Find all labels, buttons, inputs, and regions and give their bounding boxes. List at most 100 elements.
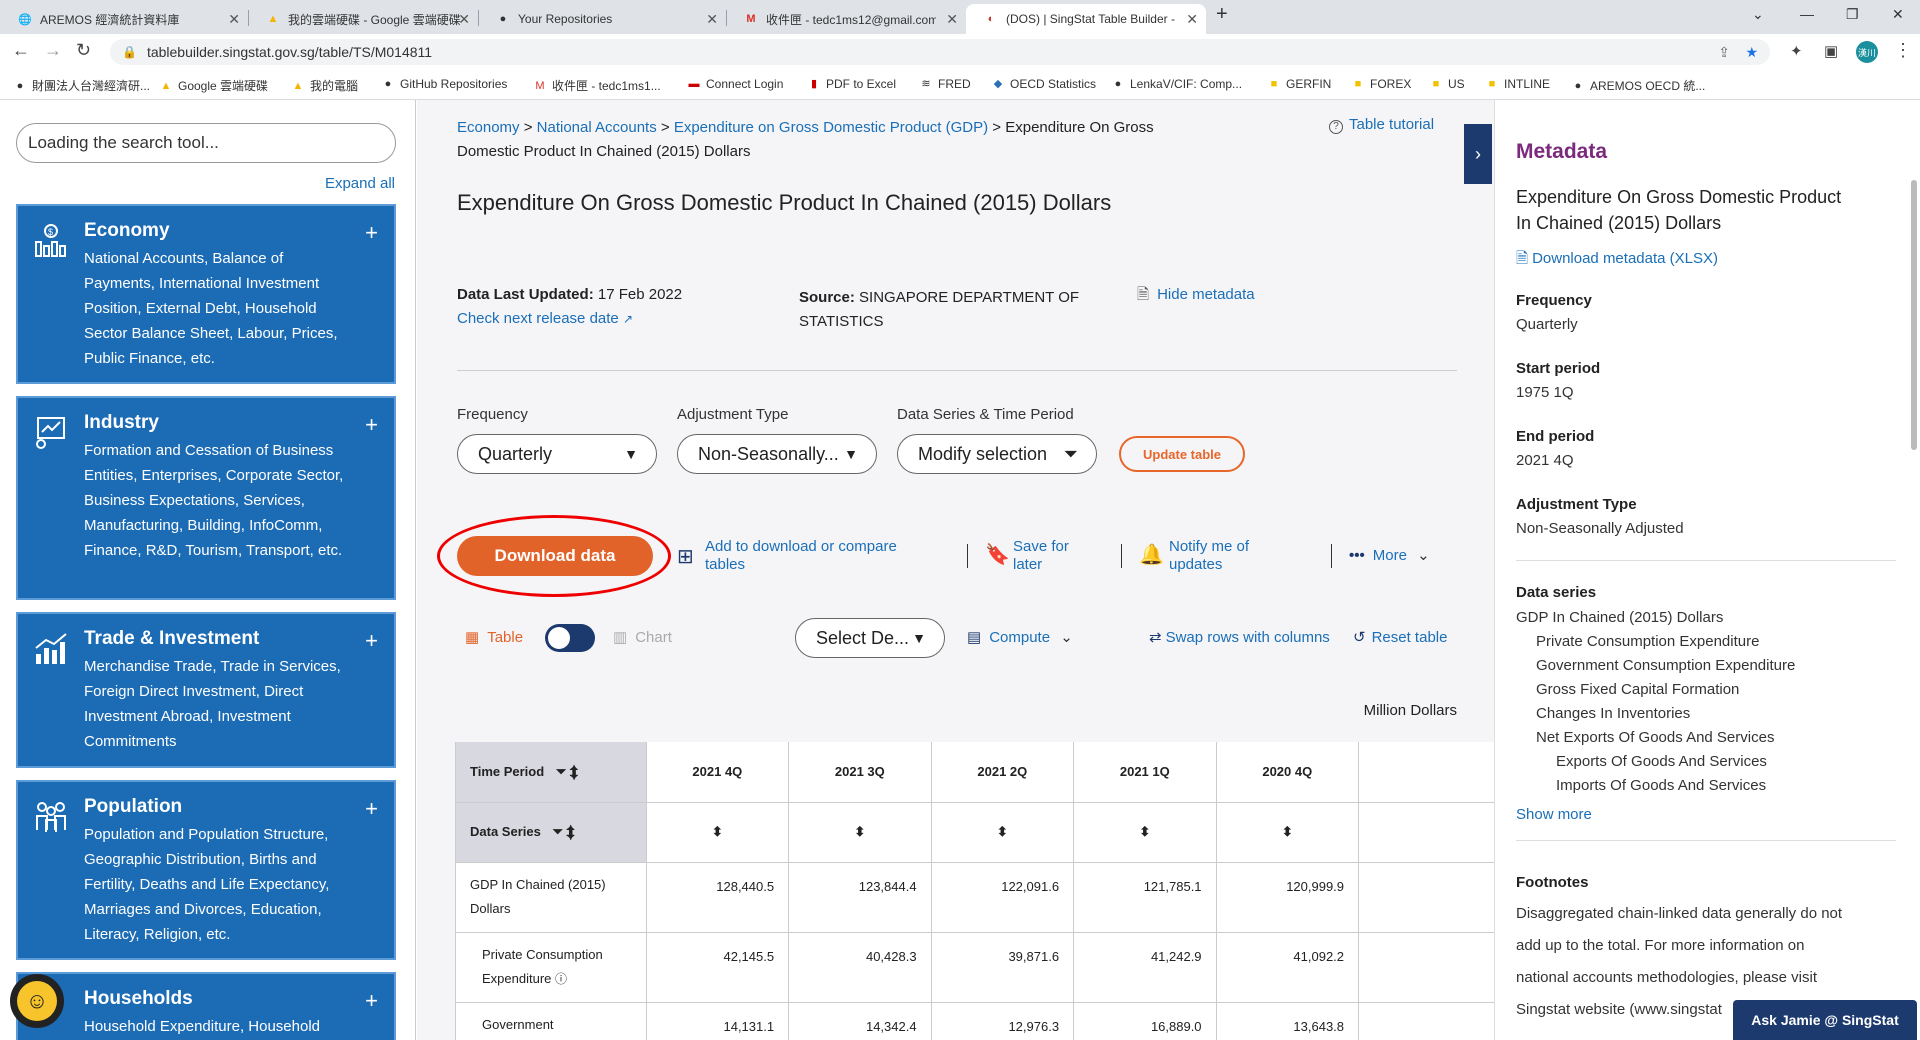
- save-later-link[interactable]: Save for later: [1013, 538, 1069, 574]
- close-icon[interactable]: ✕: [706, 11, 718, 28]
- close-icon[interactable]: ✕: [946, 11, 958, 28]
- avatar[interactable]: 漢川: [1856, 41, 1878, 63]
- breadcrumb-link[interactable]: Expenditure on Gross Domestic Product (G…: [674, 119, 988, 136]
- row-label[interactable]: Private Consumption Expenditure ⓘ: [455, 932, 647, 1003]
- breadcrumb-link[interactable]: Economy: [457, 119, 520, 136]
- category-population[interactable]: Population Population and Population Str…: [16, 780, 396, 960]
- close-icon[interactable]: ✕: [228, 11, 240, 28]
- swap-rows-button[interactable]: ⇄ Swap rows with columns: [1149, 628, 1330, 646]
- collapse-metadata-button[interactable]: ›: [1464, 124, 1492, 184]
- bookmark[interactable]: ● LenkaV/CIF: Comp...: [1112, 77, 1242, 91]
- bookmark[interactable]: ● GitHub Repositories: [382, 77, 508, 91]
- reset-table-button[interactable]: ↺ Reset table: [1353, 628, 1447, 646]
- bookmark[interactable]: ■ INTLINE: [1486, 77, 1550, 91]
- browser-tab[interactable]: 🌐 AREMOS 經濟統計資料庫 ✕: [0, 4, 248, 34]
- compute-menu[interactable]: ▤ Compute ⌄: [967, 628, 1073, 646]
- sort-icon[interactable]: ⬍: [645, 802, 789, 863]
- category-industry[interactable]: Industry Formation and Cessation of Busi…: [16, 396, 396, 600]
- row-label[interactable]: GDP In Chained (2015) Dollars: [455, 862, 647, 933]
- sort-icon[interactable]: ⬍: [788, 802, 932, 863]
- expand-icon[interactable]: +: [365, 628, 378, 654]
- address-bar[interactable]: 🔒 tablebuilder.singstat.gov.sg/table/TS/…: [110, 39, 1770, 65]
- frequency-select[interactable]: Quarterly ▼: [457, 434, 657, 474]
- category-trade-investment[interactable]: Trade & Investment Merchandise Trade, Tr…: [16, 612, 396, 768]
- adjustment-select[interactable]: Non-Seasonally... ▼: [677, 434, 877, 474]
- info-icon[interactable]: ⓘ: [555, 972, 567, 986]
- sort-icon[interactable]: ⬍: [570, 764, 578, 779]
- bookmark[interactable]: ▲ Google 雲端硬碟: [160, 77, 268, 94]
- sidepanel-icon[interactable]: ▣: [1824, 42, 1838, 60]
- table-view-toggle[interactable]: ▦ Table: [465, 628, 523, 646]
- close-icon[interactable]: ✕: [1186, 11, 1198, 28]
- bookmark[interactable]: ◆ OECD Statistics: [992, 77, 1096, 91]
- expand-icon[interactable]: +: [365, 412, 378, 438]
- browser-tab[interactable]: ● Your Repositories ✕: [478, 4, 726, 34]
- bookmark[interactable]: ▲ 我的電腦: [292, 77, 358, 94]
- extensions-icon[interactable]: ✦: [1790, 42, 1803, 60]
- column-header[interactable]: 2021 2Q: [930, 742, 1074, 803]
- filter-icon[interactable]: ⏷: [556, 764, 566, 779]
- bookmark[interactable]: M 收件匣 - tedc1ms1...: [534, 77, 660, 94]
- time-period-header[interactable]: Time Period ⏷ ⬍: [455, 742, 647, 803]
- category-households[interactable]: Households Household Expenditure, Househ…: [16, 972, 396, 1040]
- download-metadata-link[interactable]: 🗎 Download metadata (XLSX): [1516, 248, 1718, 273]
- more-menu[interactable]: ••• More ⌄: [1349, 546, 1430, 564]
- search-input[interactable]: Loading the search tool...: [16, 123, 396, 163]
- close-icon[interactable]: ✕: [458, 11, 470, 28]
- bookmark[interactable]: ● AREMOS OECD 統...: [1572, 77, 1706, 94]
- back-icon[interactable]: ←: [12, 40, 30, 61]
- column-header[interactable]: 2021 4Q: [645, 742, 789, 803]
- bookmark[interactable]: ▬ Connect Login: [688, 77, 784, 91]
- ask-jamie-button[interactable]: Ask Jamie @ SingStat: [1733, 1000, 1917, 1040]
- bookmark[interactable]: ■ GERFIN: [1268, 77, 1332, 91]
- bookmark[interactable]: ● 財團法人台灣經濟研...: [14, 77, 150, 94]
- download-data-button[interactable]: Download data: [457, 536, 653, 576]
- check-release-link[interactable]: Check next release date ↗: [457, 310, 633, 327]
- sort-icon[interactable]: ⬍: [566, 824, 574, 839]
- modify-selection-button[interactable]: Modify selection ⏷: [897, 434, 1097, 474]
- reload-icon[interactable]: ↻: [76, 40, 91, 61]
- sort-icon[interactable]: ⬍: [930, 802, 1074, 863]
- show-more-link[interactable]: Show more: [1516, 806, 1592, 823]
- bookmark[interactable]: ▮ PDF to Excel: [808, 77, 896, 91]
- filter-icon[interactable]: ⏷: [552, 824, 562, 839]
- share-icon[interactable]: ⇪: [1718, 44, 1730, 61]
- breadcrumb-link[interactable]: National Accounts: [537, 119, 657, 136]
- expand-icon[interactable]: +: [365, 796, 378, 822]
- update-table-button[interactable]: Update table: [1119, 436, 1245, 472]
- maximize-icon[interactable]: ❐: [1846, 6, 1859, 23]
- scrollbar[interactable]: [1911, 180, 1917, 450]
- decimal-select[interactable]: Select De... ▼: [795, 618, 945, 658]
- browser-tab[interactable]: M 收件匣 - tedc1ms12@gmail.com ✕: [726, 4, 966, 34]
- sort-icon[interactable]: ⬍: [1215, 802, 1359, 863]
- column-header[interactable]: 2020 4Q: [1215, 742, 1359, 803]
- table-tutorial-link[interactable]: ? Table tutorial: [1329, 116, 1434, 134]
- chevron-down-icon[interactable]: ⌄: [1752, 6, 1764, 23]
- data-series-header[interactable]: Data Series ⏷ ⬍: [455, 802, 647, 863]
- expand-all-link[interactable]: Expand all: [325, 175, 395, 192]
- forward-icon[interactable]: →: [44, 40, 62, 61]
- view-toggle-switch[interactable]: [545, 624, 595, 652]
- row-label[interactable]: Government: [455, 1002, 647, 1040]
- browser-tab-active[interactable]: ◐ (DOS) | SingStat Table Builder - ✕: [966, 4, 1206, 34]
- add-compare-link[interactable]: Add to download or compare tables: [705, 538, 897, 574]
- notify-link[interactable]: Notify me of updates: [1169, 538, 1249, 574]
- star-icon[interactable]: ★: [1745, 44, 1758, 61]
- menu-icon[interactable]: ⋮: [1894, 40, 1912, 61]
- expand-icon[interactable]: +: [365, 220, 378, 246]
- sort-icon[interactable]: ⬍: [1073, 802, 1217, 863]
- chart-view-toggle[interactable]: ▥ Chart: [613, 628, 672, 646]
- bookmark[interactable]: ≋ FRED: [920, 77, 970, 91]
- bookmark[interactable]: ■ FOREX: [1352, 77, 1412, 91]
- hide-metadata-link[interactable]: 🗎 Hide metadata: [1137, 284, 1255, 309]
- chatbot-avatar[interactable]: ☺: [10, 974, 64, 1028]
- close-window-icon[interactable]: ✕: [1892, 6, 1904, 23]
- bookmark[interactable]: ■ US: [1430, 77, 1465, 91]
- category-economy[interactable]: $ Economy National Accounts, Balance of …: [16, 204, 396, 384]
- column-header[interactable]: 2021 1Q: [1073, 742, 1217, 803]
- new-tab-icon[interactable]: +: [1216, 3, 1228, 26]
- browser-tab[interactable]: ▲ 我的雲端硬碟 - Google 雲端硬碟 ✕: [248, 4, 478, 34]
- minimize-icon[interactable]: —: [1800, 6, 1814, 22]
- expand-icon[interactable]: +: [365, 988, 378, 1014]
- column-header[interactable]: 2021 3Q: [788, 742, 932, 803]
